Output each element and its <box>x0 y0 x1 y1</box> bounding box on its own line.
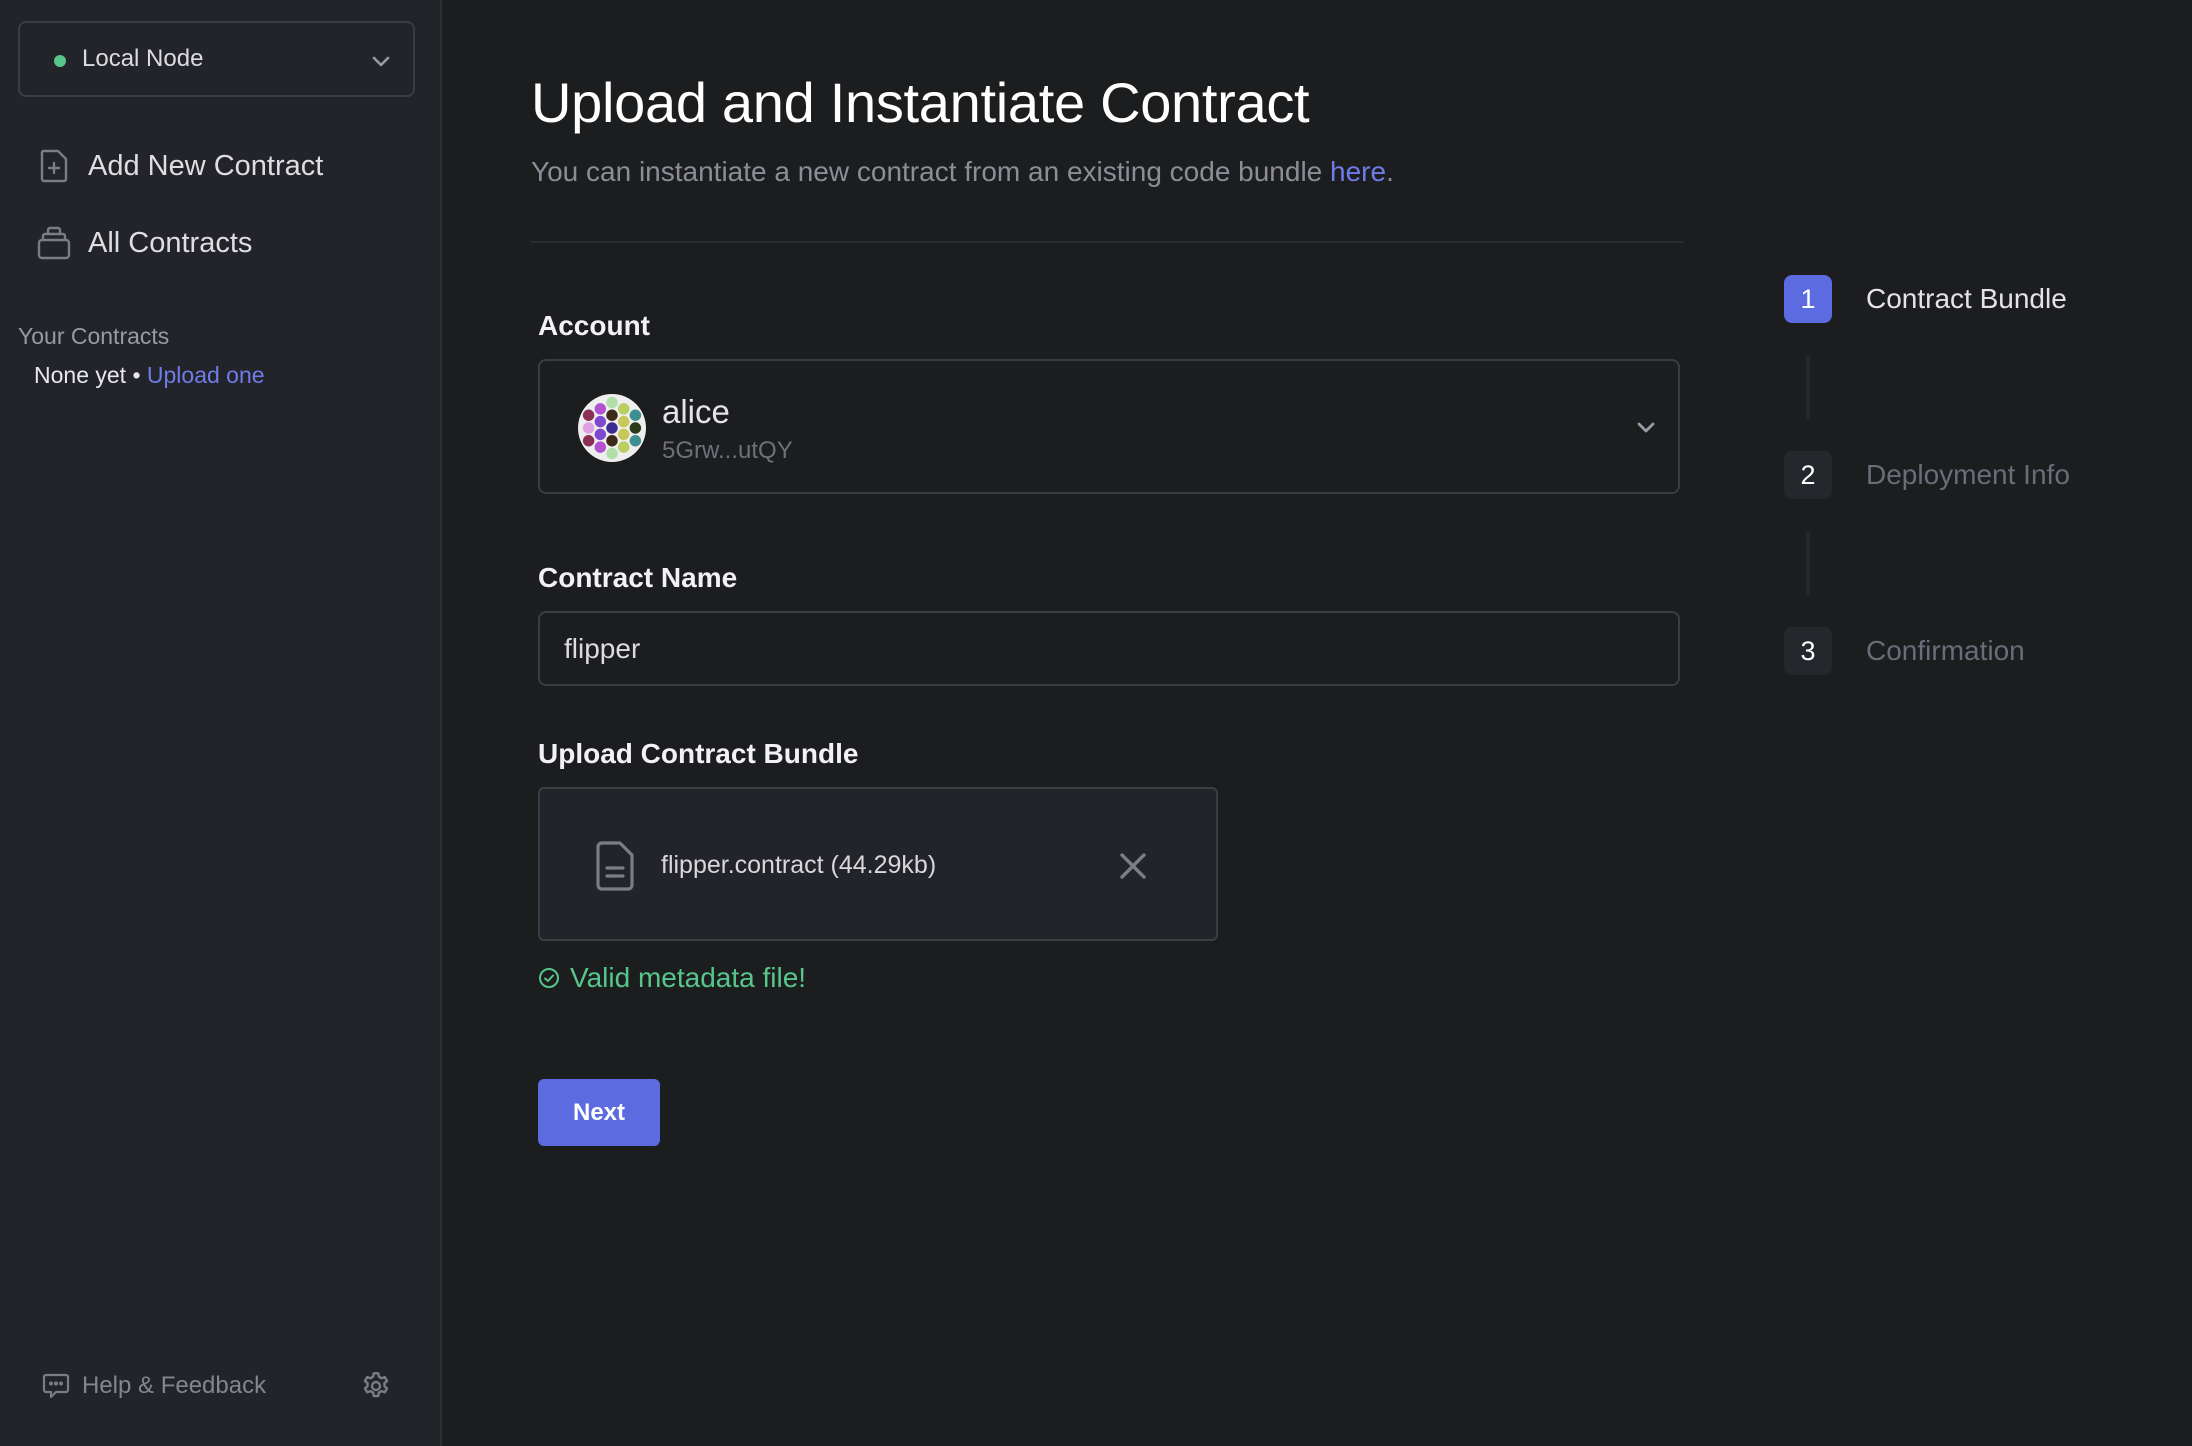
identicon-dot <box>606 435 618 447</box>
help-feedback-label: Help & Feedback <box>82 1372 267 1399</box>
next-button[interactable]: Next <box>538 1079 660 1146</box>
node-selector[interactable]: Local Node <box>18 21 415 97</box>
step-number: 3 <box>1784 627 1832 675</box>
node-status-indicator <box>54 55 66 67</box>
chat-bubble-icon <box>42 1373 70 1399</box>
chevron-down-icon <box>372 56 390 67</box>
archive-icon <box>36 223 72 263</box>
identicon-dot <box>594 441 607 453</box>
account-identicon <box>578 394 646 462</box>
sidebar-item-all-contracts[interactable]: All Contracts <box>36 219 252 267</box>
identicon-dot <box>594 403 607 415</box>
upload-bundle-dropzone[interactable]: flipper.contract (44.29kb) <box>538 787 1218 941</box>
empty-text: None yet <box>34 362 127 388</box>
contract-name-label: Contract Name <box>538 562 738 593</box>
identicon-dot <box>629 409 642 421</box>
your-contracts-heading: Your Contracts <box>18 323 170 349</box>
uploaded-file-name: flipper.contract (44.29kb) <box>661 851 937 879</box>
identicon-dot <box>629 435 642 447</box>
step-label: Confirmation <box>1866 635 2025 666</box>
validation-message: Valid metadata file! <box>538 962 806 994</box>
step-connector <box>1806 355 1810 419</box>
identicon-dot <box>582 435 595 447</box>
sidebar-item-label: Add New Contract <box>88 149 324 182</box>
document-icon <box>596 841 634 891</box>
subtitle-text: You can instantiate a new contract from … <box>531 156 1331 187</box>
help-feedback-link[interactable]: Help & Feedback <box>42 1368 266 1404</box>
account-address: 5Grw...utQY <box>662 437 793 464</box>
close-icon[interactable] <box>1116 849 1150 883</box>
chevron-down-icon <box>1637 422 1655 433</box>
check-circle-icon <box>539 968 559 988</box>
separator: • <box>126 362 147 388</box>
identicon-dot <box>617 415 630 428</box>
sidebar-item-add-new-contract[interactable]: Add New Contract <box>36 142 323 190</box>
upload-one-link[interactable]: Upload one <box>147 362 265 388</box>
step-label: Contract Bundle <box>1866 283 2067 314</box>
identicon-dot <box>582 422 595 434</box>
identicon-dot <box>582 409 595 421</box>
sidebar-item-label: All Contracts <box>88 226 253 259</box>
account-label: Account <box>538 310 650 341</box>
node-selector-label: Local Node <box>82 45 204 72</box>
identicon-dot <box>606 447 618 460</box>
identicon-dot <box>617 441 630 453</box>
subtitle-suffix: . <box>1386 156 1394 187</box>
sidebar: Local Node Add New Contract All Contract… <box>0 0 442 1446</box>
identicon-dot <box>594 428 607 441</box>
gear-icon[interactable] <box>360 1370 392 1402</box>
identicon-dot <box>617 403 630 415</box>
step-deployment-info: 2 Deployment Info <box>1784 451 2070 499</box>
identicon-dot <box>606 396 618 409</box>
step-number: 2 <box>1784 451 1832 499</box>
identicon-dot <box>594 415 607 428</box>
here-link[interactable]: here <box>1330 156 1386 187</box>
step-contract-bundle: 1 Contract Bundle <box>1784 275 2067 323</box>
your-contracts-empty: None yet • Upload one <box>34 362 265 389</box>
step-confirmation: 3 Confirmation <box>1784 627 2025 675</box>
header-divider <box>531 241 1684 243</box>
account-selector[interactable]: alice 5Grw...utQY <box>538 359 1680 494</box>
step-connector <box>1806 531 1810 595</box>
identicon-dot <box>606 409 618 421</box>
identicon-dot <box>617 428 630 441</box>
file-plus-icon <box>36 146 72 186</box>
page-subtitle: You can instantiate a new contract from … <box>531 156 1394 188</box>
upload-bundle-label: Upload Contract Bundle <box>538 738 859 769</box>
account-name: alice <box>662 393 730 430</box>
step-number: 1 <box>1784 275 1832 323</box>
page-title: Upload and Instantiate Contract <box>531 71 1310 134</box>
validation-text: Valid metadata file! <box>570 962 807 993</box>
contract-name-input[interactable] <box>538 611 1680 686</box>
identicon-dot <box>629 422 642 434</box>
identicon-dot <box>606 422 618 434</box>
step-label: Deployment Info <box>1866 459 2070 490</box>
